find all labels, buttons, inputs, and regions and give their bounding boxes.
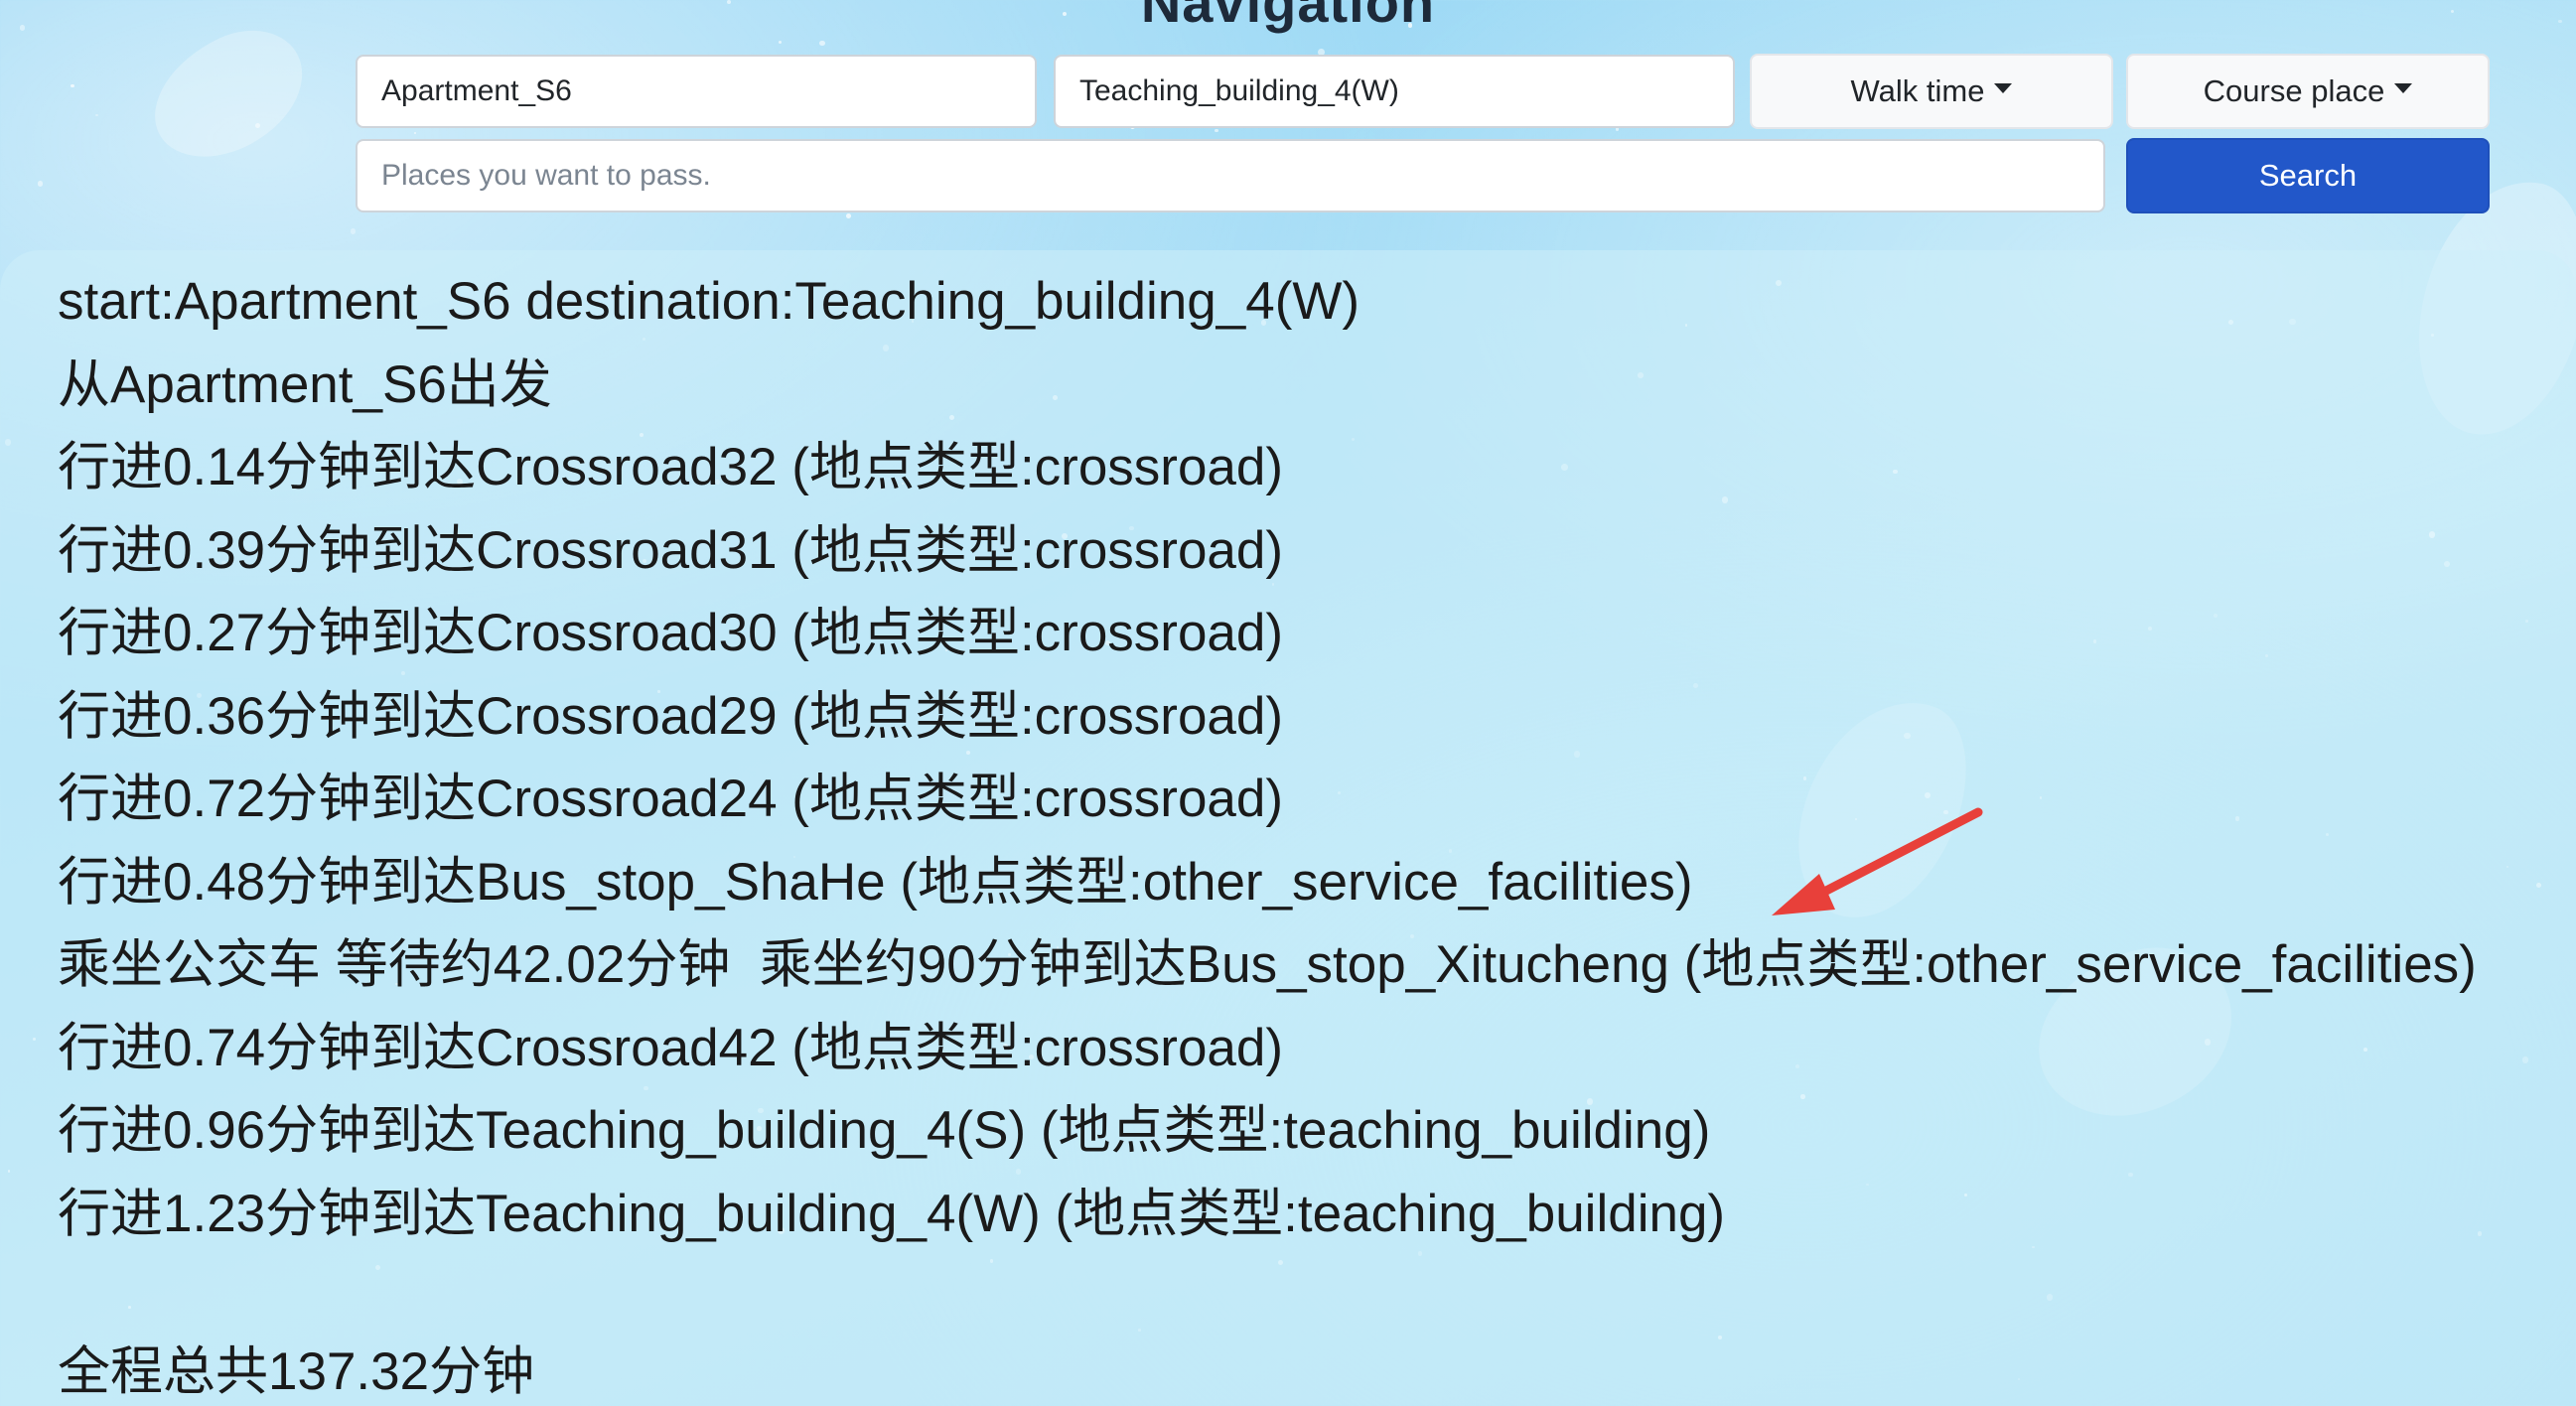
chevron-down-icon xyxy=(1994,83,2013,93)
destination-input[interactable]: Teaching_building_4(W) xyxy=(1054,55,1735,128)
page-title: Navigation xyxy=(1140,0,1436,34)
petal-decoration xyxy=(133,11,324,178)
route-line: 行进0.39分钟到达Crossroad31 (地点类型:crossroad) xyxy=(58,520,1284,580)
route-line: 乘坐公交车 等待约42.02分钟 乘坐约90分钟到达Bus_stop_Xituc… xyxy=(58,935,2477,994)
pass-places-placeholder: Places you want to pass. xyxy=(381,159,711,192)
sparkle-decoration xyxy=(70,83,74,88)
route-line: 行进0.96分钟到达Teaching_building_4(S) (地点类型:t… xyxy=(58,1101,1711,1160)
type-dropdown-label: Course place xyxy=(2203,73,2385,108)
sparkle-decoration xyxy=(846,213,852,218)
sparkle-decoration xyxy=(413,131,416,134)
route-line: 行进0.14分钟到达Crossroad32 (地点类型:crossroad) xyxy=(58,438,1284,496)
sparkle-decoration xyxy=(37,180,44,187)
search-button[interactable]: Search xyxy=(2126,138,2490,213)
route-line: 行进0.48分钟到达Bus_stop_ShaHe (地点类型:other_ser… xyxy=(58,852,1693,912)
sparkle-decoration xyxy=(350,228,357,235)
route-result-list: start:Apartment_S6 destination:Teaching_… xyxy=(58,260,2477,1255)
chevron-down-icon xyxy=(2394,83,2413,93)
sparkle-decoration xyxy=(1215,128,1218,132)
route-line: 行进0.36分钟到达Crossroad29 (地点类型:crossroad) xyxy=(58,686,1284,746)
start-input-value: Apartment_S6 xyxy=(381,74,572,107)
sparkle-decoration xyxy=(95,113,99,117)
sparkle-decoration xyxy=(254,122,260,128)
mode-dropdown-button[interactable]: Walk time xyxy=(1750,54,2113,129)
pass-places-input[interactable]: Places you want to pass. xyxy=(356,139,2105,212)
route-line: 行进0.27分钟到达Crossroad30 (地点类型:crossroad) xyxy=(58,604,1284,662)
sparkle-decoration xyxy=(779,41,783,45)
route-line: 行进1.23分钟到达Teaching_building_4(W) (地点类型:t… xyxy=(58,1184,1726,1243)
route-line: 行进0.74分钟到达Crossroad42 (地点类型:crossroad) xyxy=(58,1018,1284,1077)
sparkle-decoration xyxy=(819,40,826,47)
mode-dropdown-label: Walk time xyxy=(1850,73,1985,108)
annotation-arrow-icon xyxy=(1772,807,1983,915)
search-button-label: Search xyxy=(2258,158,2358,193)
route-line: start:Apartment_S6 destination:Teaching_… xyxy=(58,272,1360,331)
type-dropdown-button[interactable]: Course place xyxy=(2126,54,2490,129)
total-time: 全程总共137.32分钟 xyxy=(58,1342,535,1401)
route-line: 行进0.72分钟到达Crossroad24 (地点类型:crossroad) xyxy=(58,770,1284,828)
destination-input-value: Teaching_building_4(W) xyxy=(1079,74,1399,107)
route-line: 从Apartment_S6出发 xyxy=(58,354,552,414)
start-input[interactable]: Apartment_S6 xyxy=(356,55,1037,128)
